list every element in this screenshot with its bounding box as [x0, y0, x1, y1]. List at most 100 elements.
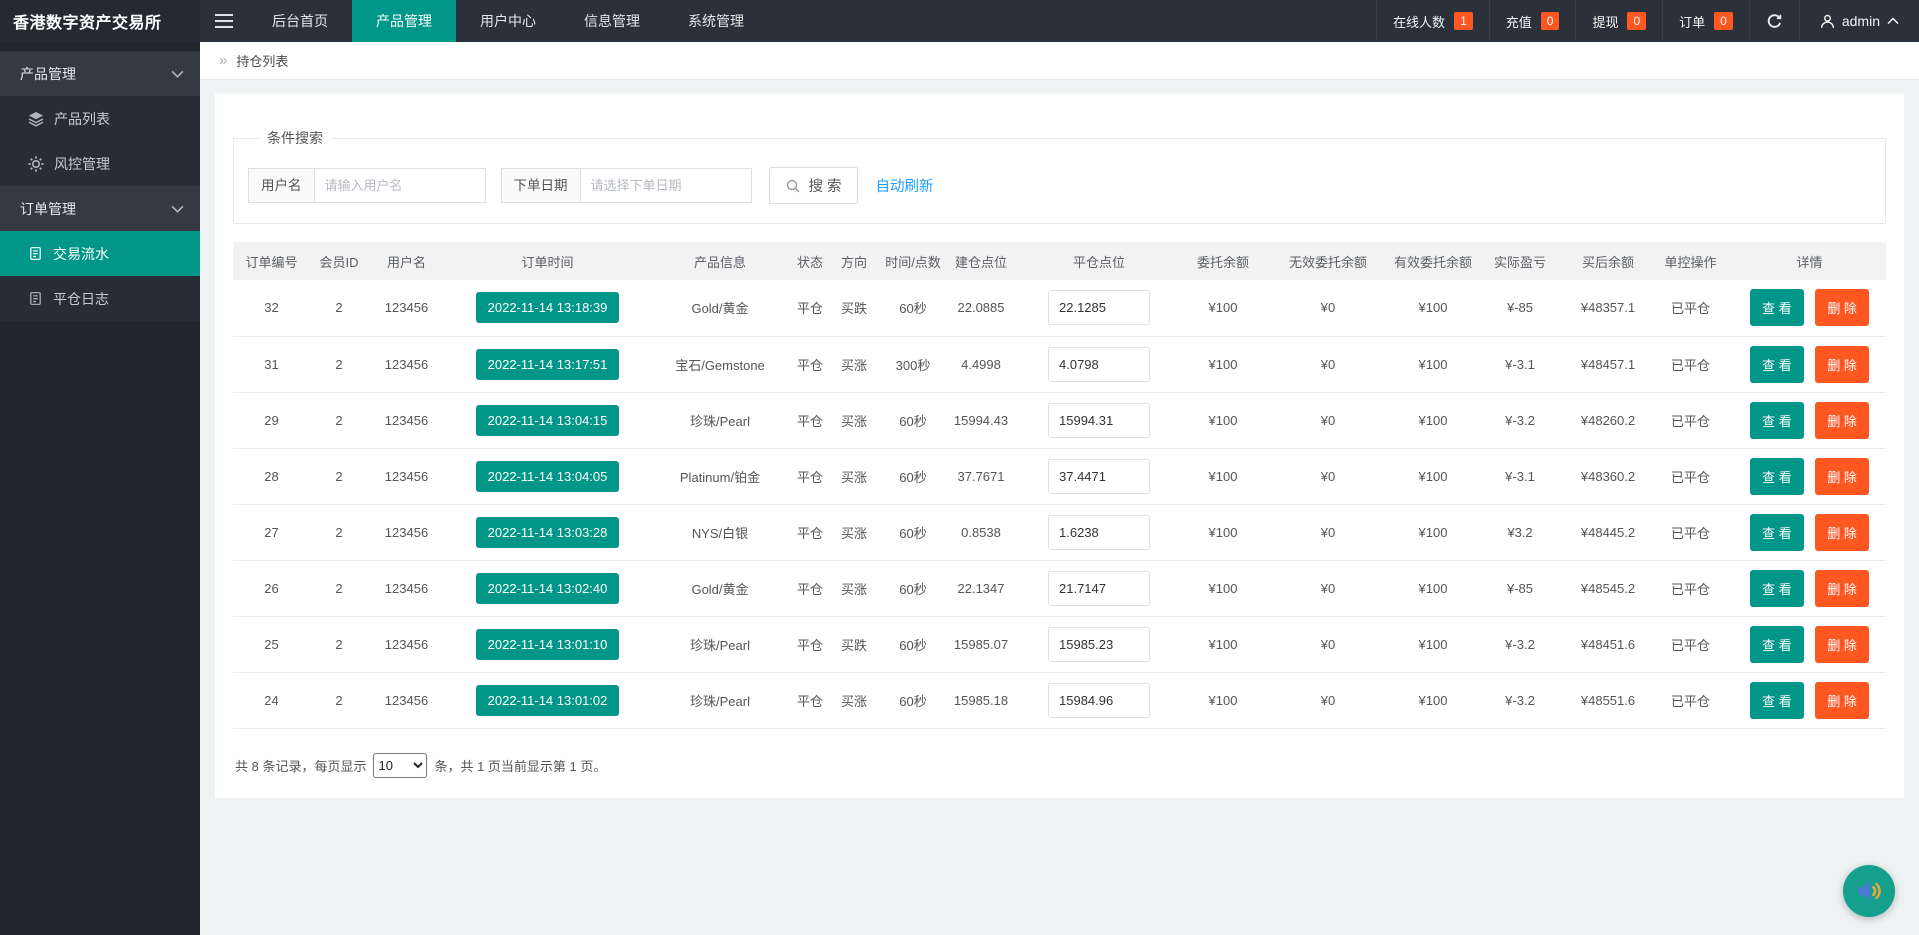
order-count-badge: 0 — [1714, 12, 1733, 30]
cell-close-point — [1030, 280, 1168, 336]
cell-valid-entrust: ¥100 — [1378, 392, 1488, 448]
cell-balance-after: ¥48445.2 — [1568, 504, 1648, 560]
cell-order-time: 2022-11-14 13:04:05 — [445, 448, 650, 504]
view-button[interactable]: 查 看 — [1750, 682, 1804, 719]
cell-open-point: 0.8538 — [948, 504, 1030, 560]
cell-direction: 买跌 — [830, 280, 878, 336]
breadcrumb: » 持仓列表 — [200, 42, 1919, 80]
refresh-button[interactable] — [1749, 0, 1799, 42]
nav-item-dashboard[interactable]: 后台首页 — [248, 0, 352, 42]
delete-button[interactable]: 删 除 — [1815, 570, 1869, 607]
close-point-input[interactable] — [1048, 290, 1150, 325]
close-point-input[interactable] — [1048, 571, 1150, 606]
cell-direction: 买涨 — [830, 448, 878, 504]
view-button[interactable]: 查 看 — [1750, 626, 1804, 663]
cell-invalid-entrust: ¥0 — [1278, 336, 1378, 392]
order-time-badge: 2022-11-14 13:03:28 — [476, 517, 620, 548]
close-point-input[interactable] — [1048, 403, 1150, 438]
view-button[interactable]: 查 看 — [1750, 346, 1804, 383]
search-button-label: 搜 索 — [809, 175, 842, 196]
cell-valid-entrust: ¥100 — [1378, 336, 1488, 392]
close-point-input[interactable] — [1048, 683, 1150, 718]
cell-member-id: 2 — [310, 560, 368, 616]
stat-orders[interactable]: 订单 0 — [1662, 0, 1749, 42]
sidebar-group-orders[interactable]: 订单管理 — [0, 186, 200, 231]
col-username: 用户名 — [368, 242, 445, 280]
cell-balance-after: ¥48357.1 — [1568, 280, 1648, 336]
cell-status: 平仓 — [790, 448, 830, 504]
cell-order-id: 29 — [233, 392, 310, 448]
stat-withdraw[interactable]: 提现 0 — [1575, 0, 1662, 42]
cell-order-id: 27 — [233, 504, 310, 560]
pagination: 共 8 条记录，每页显示 10 条，共 1 页当前显示第 1 页。 — [233, 753, 1886, 778]
sidebar-item-label: 平仓日志 — [53, 289, 109, 309]
delete-button[interactable]: 删 除 — [1815, 514, 1869, 551]
sound-toggle-button[interactable] — [1843, 865, 1895, 917]
nav-item-users[interactable]: 用户中心 — [456, 0, 560, 42]
cell-direction: 买涨 — [830, 504, 878, 560]
sidebar-group-products[interactable]: 产品管理 — [0, 51, 200, 96]
delete-button[interactable]: 删 除 — [1815, 626, 1869, 663]
cell-order-time: 2022-11-14 13:04:15 — [445, 392, 650, 448]
stat-deposit[interactable]: 充值 0 — [1489, 0, 1576, 42]
table-header-row: 订单编号 会员ID 用户名 订单时间 产品信息 状态 方向 时间/点数 建仓点位… — [233, 242, 1886, 280]
view-button[interactable]: 查 看 — [1750, 514, 1804, 551]
date-filter-group: 下单日期 — [501, 168, 752, 203]
close-point-input[interactable] — [1048, 627, 1150, 662]
cell-actions: 查 看 删 除 — [1733, 392, 1886, 448]
nav-item-system[interactable]: 系统管理 — [664, 0, 768, 42]
col-member-id: 会员ID — [310, 242, 368, 280]
col-balance-after: 买后余额 — [1568, 242, 1648, 280]
delete-button[interactable]: 删 除 — [1815, 458, 1869, 495]
cell-profit: ¥-3.1 — [1488, 448, 1568, 504]
cell-profit: ¥-3.2 — [1488, 392, 1568, 448]
view-button[interactable]: 查 看 — [1750, 570, 1804, 607]
cell-order-id: 26 — [233, 560, 310, 616]
search-button[interactable]: 搜 索 — [769, 167, 858, 204]
gear-icon — [28, 156, 44, 172]
cell-actions: 查 看 删 除 — [1733, 616, 1886, 672]
main-content: 条件搜索 用户名 下单日期 搜 索 自动刷新 — [200, 80, 1919, 798]
stat-label: 订单 — [1679, 12, 1705, 31]
view-button[interactable]: 查 看 — [1750, 402, 1804, 439]
sidebar-item-risk-control[interactable]: 风控管理 — [0, 141, 200, 186]
user-menu[interactable]: admin — [1799, 0, 1919, 42]
sidebar-item-trade-flow[interactable]: 交易流水 — [0, 231, 200, 276]
sidebar-item-close-log[interactable]: 平仓日志 — [0, 276, 200, 321]
cell-entrust: ¥100 — [1168, 336, 1278, 392]
cell-close-point — [1030, 336, 1168, 392]
cell-actions: 查 看 删 除 — [1733, 280, 1886, 336]
order-date-input[interactable] — [580, 168, 752, 203]
close-point-input[interactable] — [1048, 459, 1150, 494]
date-filter-label: 下单日期 — [501, 168, 580, 203]
sidebar-item-product-list[interactable]: 产品列表 — [0, 96, 200, 141]
view-button[interactable]: 查 看 — [1750, 458, 1804, 495]
stat-online-users[interactable]: 在线人数 1 — [1376, 0, 1489, 42]
delete-button[interactable]: 删 除 — [1815, 682, 1869, 719]
cell-status: 平仓 — [790, 560, 830, 616]
delete-button[interactable]: 删 除 — [1815, 402, 1869, 439]
close-point-input[interactable] — [1048, 347, 1150, 382]
pagination-suffix: 条，共 1 页当前显示第 1 页。 — [434, 756, 606, 775]
topbar-stats: 在线人数 1 充值 0 提现 0 订单 0 admin — [1376, 0, 1919, 42]
delete-button[interactable]: 删 除 — [1815, 289, 1869, 326]
cell-open-point: 15985.18 — [948, 672, 1030, 728]
delete-button[interactable]: 删 除 — [1815, 346, 1869, 383]
cell-control: 已平仓 — [1648, 560, 1733, 616]
close-point-input[interactable] — [1048, 515, 1150, 550]
username-input[interactable] — [314, 168, 486, 203]
auto-refresh-link[interactable]: 自动刷新 — [876, 175, 934, 196]
cell-product: Gold/黄金 — [650, 560, 790, 616]
cell-direction: 买涨 — [830, 336, 878, 392]
page-size-select[interactable]: 10 — [373, 753, 427, 778]
cell-close-point — [1030, 448, 1168, 504]
cell-username: 123456 — [368, 616, 445, 672]
view-button[interactable]: 查 看 — [1750, 289, 1804, 326]
cell-direction: 买涨 — [830, 560, 878, 616]
nav-item-info[interactable]: 信息管理 — [560, 0, 664, 42]
cell-product: NYS/白银 — [650, 504, 790, 560]
nav-item-products[interactable]: 产品管理 — [352, 0, 456, 42]
cell-order-id: 25 — [233, 616, 310, 672]
cell-balance-after: ¥48360.2 — [1568, 448, 1648, 504]
menu-toggle-button[interactable] — [200, 0, 248, 42]
